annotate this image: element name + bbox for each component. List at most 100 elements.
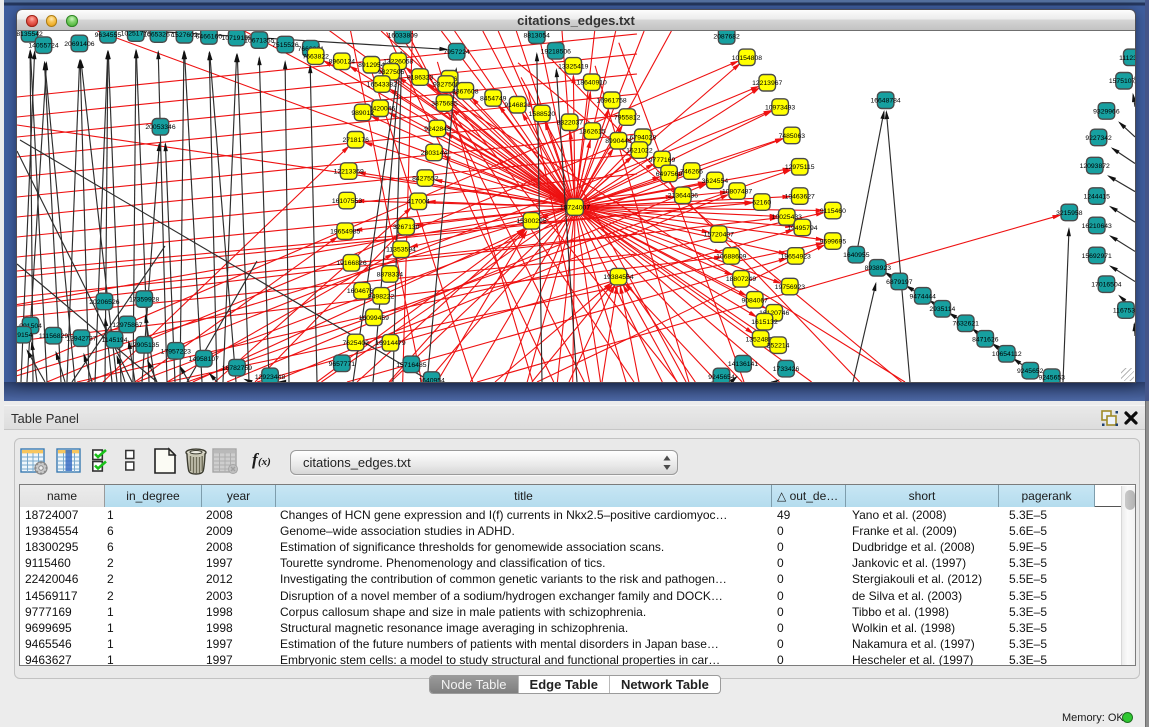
svg-text:1244415: 1244415 bbox=[1083, 194, 1110, 201]
svg-text:8813054: 8813054 bbox=[523, 33, 550, 40]
svg-text:3267130: 3267130 bbox=[393, 224, 420, 231]
svg-text:16648784: 16648784 bbox=[870, 98, 900, 105]
svg-text:1588520: 1588520 bbox=[529, 111, 556, 118]
svg-text:12905135: 12905135 bbox=[129, 342, 159, 349]
svg-text:19166826: 19166826 bbox=[336, 260, 366, 267]
svg-text:3215958: 3215958 bbox=[1056, 210, 1083, 217]
svg-text:12975115: 12975115 bbox=[785, 164, 815, 171]
svg-text:2718176: 2718176 bbox=[342, 137, 369, 144]
svg-text:252214: 252214 bbox=[767, 343, 790, 350]
svg-text:9245653: 9245653 bbox=[1038, 375, 1065, 382]
svg-text:17359928: 17359928 bbox=[129, 296, 159, 303]
svg-text:7515526: 7515526 bbox=[272, 42, 299, 49]
svg-text:8454749: 8454749 bbox=[480, 95, 507, 102]
svg-text:16782759: 16782759 bbox=[222, 365, 252, 372]
svg-text:8960124: 8960124 bbox=[329, 59, 356, 66]
svg-text:9474444: 9474444 bbox=[909, 293, 936, 300]
svg-text:15720407: 15720407 bbox=[704, 231, 734, 238]
svg-text:989012: 989012 bbox=[351, 110, 374, 117]
svg-text:7957224: 7957224 bbox=[443, 49, 470, 56]
svg-text:9242848: 9242848 bbox=[424, 126, 451, 133]
svg-text:2087682: 2087682 bbox=[713, 33, 740, 40]
svg-text:8427552: 8427552 bbox=[412, 175, 439, 182]
svg-text:20206526: 20206526 bbox=[89, 299, 119, 306]
svg-text:2803144: 2803144 bbox=[421, 150, 448, 157]
svg-text:(x): (x) bbox=[258, 456, 271, 468]
svg-text:8471626: 8471626 bbox=[972, 336, 999, 343]
svg-text:8322037: 8322037 bbox=[557, 120, 584, 127]
svg-text:6497568: 6497568 bbox=[656, 171, 683, 178]
svg-text:12942737: 12942737 bbox=[66, 336, 96, 343]
svg-text:9084067: 9084067 bbox=[741, 297, 768, 304]
svg-text:19756923: 19756923 bbox=[775, 284, 805, 291]
svg-text:16914479: 16914479 bbox=[375, 340, 405, 347]
svg-text:10688609: 10688609 bbox=[716, 253, 746, 260]
svg-text:20691406: 20691406 bbox=[64, 41, 94, 48]
svg-text:2935114: 2935114 bbox=[929, 306, 955, 313]
svg-text:10671355: 10671355 bbox=[244, 37, 274, 44]
svg-text:15692971: 15692971 bbox=[1082, 253, 1112, 260]
svg-text:10973493: 10973493 bbox=[765, 104, 795, 111]
svg-text:19218506: 19218506 bbox=[541, 48, 571, 55]
svg-text:14958107: 14958107 bbox=[189, 356, 219, 363]
svg-text:8990448: 8990448 bbox=[605, 138, 632, 145]
svg-text:8186323: 8186323 bbox=[407, 74, 434, 81]
svg-text:1362615: 1362615 bbox=[579, 128, 606, 135]
svg-text:19463627: 19463627 bbox=[785, 194, 815, 201]
svg-text:17016504: 17016504 bbox=[1091, 282, 1121, 289]
svg-text:15751074: 15751074 bbox=[1109, 78, 1135, 85]
svg-text:9777169: 9777169 bbox=[649, 157, 676, 164]
svg-text:1112384: 1112384 bbox=[1119, 55, 1135, 62]
svg-text:6466160: 6466160 bbox=[196, 33, 223, 40]
svg-text:20053346: 20053346 bbox=[145, 124, 175, 131]
svg-text:3875685: 3875685 bbox=[431, 101, 458, 108]
svg-text:9227342: 9227342 bbox=[1085, 135, 1112, 142]
svg-text:8938923: 8938923 bbox=[865, 265, 892, 272]
svg-text:19654923: 19654923 bbox=[781, 253, 811, 260]
svg-text:21364436: 21364436 bbox=[668, 193, 698, 200]
svg-text:746266: 746266 bbox=[680, 168, 703, 175]
svg-text:17957223: 17957223 bbox=[161, 348, 191, 355]
svg-text:39154: 39154 bbox=[17, 332, 33, 339]
svg-text:9657771: 9657771 bbox=[329, 361, 356, 368]
svg-text:1615132: 1615132 bbox=[751, 319, 778, 326]
svg-text:1621022: 1621022 bbox=[626, 148, 653, 155]
svg-text:9329966: 9329966 bbox=[1093, 108, 1120, 115]
svg-text:16210643: 16210643 bbox=[1082, 223, 1112, 230]
svg-text:417004: 417004 bbox=[407, 199, 430, 206]
svg-text:7625402: 7625402 bbox=[342, 340, 369, 347]
svg-text:8878334: 8878334 bbox=[377, 271, 404, 278]
svg-text:15716485: 15716485 bbox=[396, 362, 426, 369]
svg-text:7485063: 7485063 bbox=[779, 133, 806, 140]
svg-text:14055724: 14055724 bbox=[28, 43, 58, 50]
svg-text:16107553: 16107553 bbox=[332, 198, 362, 205]
svg-text:9634555: 9634555 bbox=[95, 32, 122, 39]
svg-text:19654985: 19654985 bbox=[330, 229, 360, 236]
svg-text:12093872: 12093872 bbox=[1080, 163, 1110, 170]
svg-text:9498222: 9498222 bbox=[368, 293, 395, 300]
svg-text:16099459: 16099459 bbox=[359, 315, 389, 322]
svg-text:9115460: 9115460 bbox=[820, 208, 846, 215]
svg-text:11156829: 11156829 bbox=[39, 333, 68, 340]
svg-text:1640954: 1640954 bbox=[418, 377, 445, 382]
svg-text:9699695: 9699695 bbox=[820, 238, 847, 245]
svg-text:8912954: 8912954 bbox=[358, 62, 385, 69]
svg-text:16033809: 16033809 bbox=[388, 33, 418, 40]
svg-text:6794028: 6794028 bbox=[630, 135, 657, 142]
svg-text:13325419: 13325419 bbox=[558, 63, 588, 70]
svg-text:62160: 62160 bbox=[752, 199, 771, 206]
svg-text:1640955: 1640955 bbox=[843, 252, 870, 259]
svg-text:9245654: 9245654 bbox=[708, 374, 735, 381]
svg-text:1145194: 1145194 bbox=[102, 337, 128, 344]
svg-text:18724007: 18724007 bbox=[560, 204, 590, 211]
svg-text:15300295: 15300295 bbox=[516, 218, 546, 225]
svg-text:16961758: 16961758 bbox=[596, 98, 626, 105]
svg-text:1167533: 1167533 bbox=[1113, 307, 1135, 314]
svg-text:6879197: 6879197 bbox=[886, 279, 913, 286]
svg-text:10653267: 10653267 bbox=[143, 32, 173, 39]
svg-text:7632621: 7632621 bbox=[952, 321, 979, 328]
svg-text:1527602: 1527602 bbox=[171, 32, 198, 39]
svg-text:18807249: 18807249 bbox=[726, 276, 756, 283]
svg-text:7955812: 7955812 bbox=[614, 114, 641, 121]
svg-text:10154808: 10154808 bbox=[732, 55, 762, 62]
